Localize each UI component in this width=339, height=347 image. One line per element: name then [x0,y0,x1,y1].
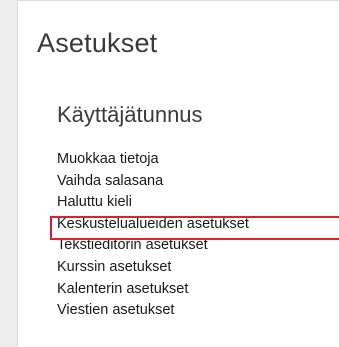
link-calendar-preferences[interactable]: Kalenterin asetukset [57,279,249,301]
link-edit-profile[interactable]: Muokkaa tietoja [57,149,249,171]
highlight-box [50,216,339,240]
link-preferred-language[interactable]: Haluttu kieli [57,192,249,214]
section-title-account: Käyttäjätunnus [57,102,203,127]
link-course-preferences[interactable]: Kurssin asetukset [57,257,249,279]
settings-panel: Asetukset Käyttäjätunnus Muokkaa tietoja… [17,0,339,347]
page-title: Asetukset [37,28,158,58]
link-change-password[interactable]: Vaihda salasana [57,171,249,193]
link-message-preferences[interactable]: Viestien asetukset [57,300,249,322]
